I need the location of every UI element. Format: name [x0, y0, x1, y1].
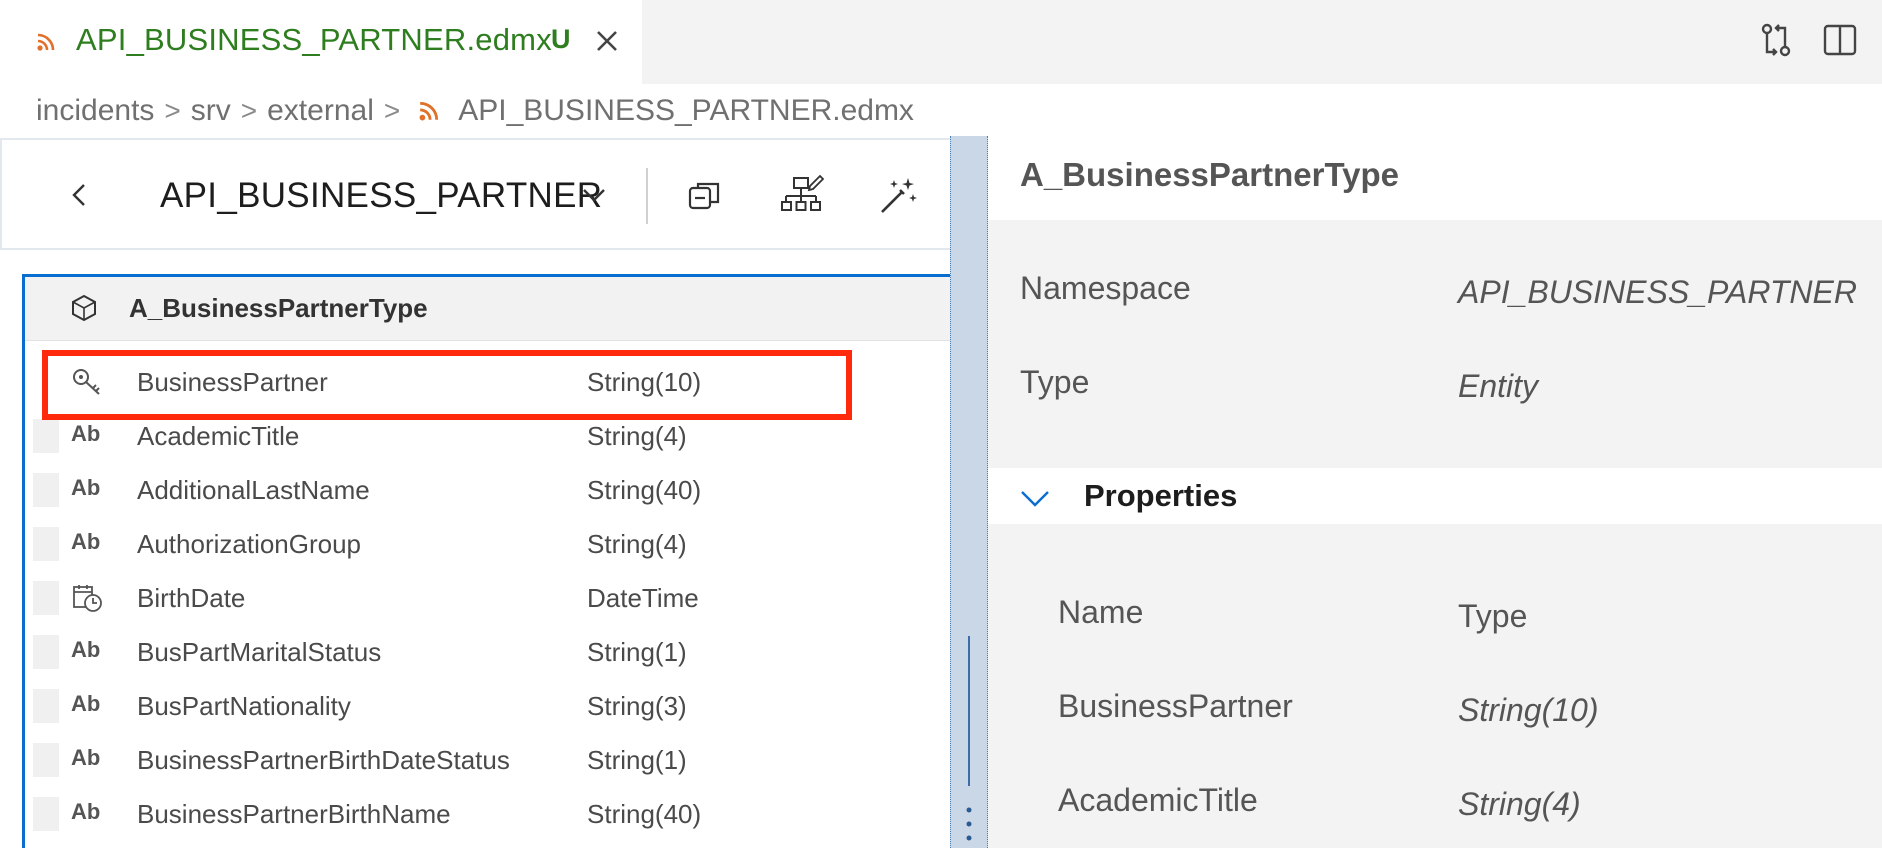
row-gutter [33, 797, 59, 831]
property-type: String(4) [587, 421, 687, 451]
row-gutter [33, 581, 59, 615]
toolbar-divider [646, 168, 648, 224]
property-row[interactable]: Ab BusPartMaritalStatus String(1) [25, 623, 953, 677]
property-type: String(1) [587, 637, 687, 667]
split-editor-icon[interactable] [1820, 20, 1860, 60]
property-type: String(40) [587, 799, 702, 829]
panel-splitter[interactable] [950, 136, 988, 848]
untracked-badge: U [551, 24, 571, 54]
text-type-icon: Ab [71, 421, 101, 446]
chevron-down-icon[interactable] [580, 184, 608, 206]
breadcrumb: incidents > srv > external > API_BUSINES… [36, 88, 914, 134]
breadcrumb-item-srv[interactable]: srv [191, 94, 231, 128]
text-type-icon: Ab [71, 745, 101, 770]
editor-tab[interactable]: API_BUSINESS_PARTNER.edmx U [0, 0, 642, 84]
breadcrumb-separator: > [240, 95, 258, 126]
breadcrumb-separator: > [383, 95, 401, 126]
table-cell-name: AcademicTitle [1058, 782, 1258, 818]
breadcrumb-item-file[interactable]: API_BUSINESS_PARTNER.edmx [458, 94, 914, 128]
entity-diagram-panel: API_BUSINESS_PARTNER A_BusinessPartnerTy… [0, 136, 953, 848]
row-gutter [33, 473, 59, 507]
chevron-down-icon[interactable] [1018, 486, 1052, 510]
back-icon[interactable] [66, 180, 94, 210]
property-row[interactable]: BirthDate DateTime [25, 569, 953, 623]
details-title: A_BusinessPartnerType [1020, 156, 1400, 193]
row-gutter [33, 689, 59, 723]
property-type: DateTime [587, 583, 699, 613]
text-type-icon: Ab [71, 637, 101, 662]
hierarchy-edit-icon[interactable] [780, 174, 824, 218]
breadcrumb-separator: > [164, 95, 181, 126]
properties-section-header[interactable]: Properties [988, 468, 1882, 524]
details-panel: A_BusinessPartnerType Namespace API_BUSI… [988, 136, 1882, 848]
row-gutter [33, 635, 59, 669]
splitter-line [968, 636, 970, 786]
properties-title: Properties [1084, 478, 1238, 513]
breadcrumb-item-external[interactable]: external [267, 94, 374, 128]
property-name: BusPartNationality [137, 691, 351, 721]
drag-handle-icon[interactable] [965, 804, 973, 844]
entity-name: A_BusinessPartnerType [129, 293, 428, 323]
property-row[interactable]: Ab AdditionalLastName String(40) [25, 461, 953, 515]
property-row[interactable]: Ab BusinessPartnerBirthName String(40) [25, 785, 953, 839]
compare-changes-icon[interactable] [1756, 20, 1796, 60]
table-cell-type: String(4) [1458, 786, 1581, 822]
row-gutter [33, 743, 59, 777]
type-value: Entity [1458, 368, 1539, 404]
collapse-all-icon[interactable] [684, 174, 728, 218]
property-name: AcademicTitle [137, 421, 300, 451]
entity-card-header[interactable]: A_BusinessPartnerType [25, 277, 953, 341]
property-row[interactable]: Ab BusPartNationality String(3) [25, 677, 953, 731]
tab-bar: API_BUSINESS_PARTNER.edmx U [0, 0, 1882, 84]
text-type-icon: Ab [71, 475, 101, 500]
table-cell-type: String(10) [1458, 692, 1599, 728]
breadcrumb-item-incidents[interactable]: incidents [36, 94, 154, 128]
diagram-toolbar: API_BUSINESS_PARTNER [0, 138, 950, 250]
highlight-box [42, 350, 852, 420]
type-label: Type [1020, 364, 1090, 400]
property-row[interactable]: Ab BusinessPartnerBirthDateStatus String… [25, 731, 953, 785]
namespace-label: Namespace [1020, 270, 1191, 306]
property-name: BusPartMaritalStatus [137, 637, 382, 667]
property-name: AuthorizationGroup [137, 529, 362, 559]
magic-wand-icon[interactable] [876, 174, 920, 218]
row-gutter [33, 527, 59, 561]
service-title[interactable]: API_BUSINESS_PARTNER [160, 176, 602, 216]
property-name: AdditionalLastName [137, 475, 370, 505]
property-name: BusinessPartnerBirthName [137, 799, 451, 829]
property-row[interactable]: Ab AuthorizationGroup String(4) [25, 515, 953, 569]
text-type-icon: Ab [71, 799, 101, 824]
table-header-type: Type [1458, 598, 1528, 634]
text-type-icon: Ab [71, 529, 101, 554]
tab-title: API_BUSINESS_PARTNER.edmx [76, 22, 552, 57]
property-name: BusinessPartnerBirthDateStatus [137, 745, 510, 775]
rss-feed-icon [37, 33, 55, 51]
close-icon[interactable] [592, 26, 622, 56]
table-header-name: Name [1058, 594, 1144, 630]
details-header: A_BusinessPartnerType [988, 136, 1882, 220]
property-name: BirthDate [137, 583, 246, 613]
property-type: String(1) [587, 745, 687, 775]
property-type: String(3) [587, 691, 687, 721]
property-type: String(4) [587, 529, 687, 559]
entity-icon [72, 294, 96, 322]
row-gutter [33, 419, 59, 453]
table-cell-name: BusinessPartner [1058, 688, 1293, 724]
property-type: String(40) [587, 475, 702, 505]
rss-feed-icon [419, 101, 439, 121]
text-type-icon: Ab [71, 691, 101, 716]
calendar-clock-icon [73, 585, 102, 612]
namespace-value: API_BUSINESS_PARTNER [1458, 274, 1857, 310]
